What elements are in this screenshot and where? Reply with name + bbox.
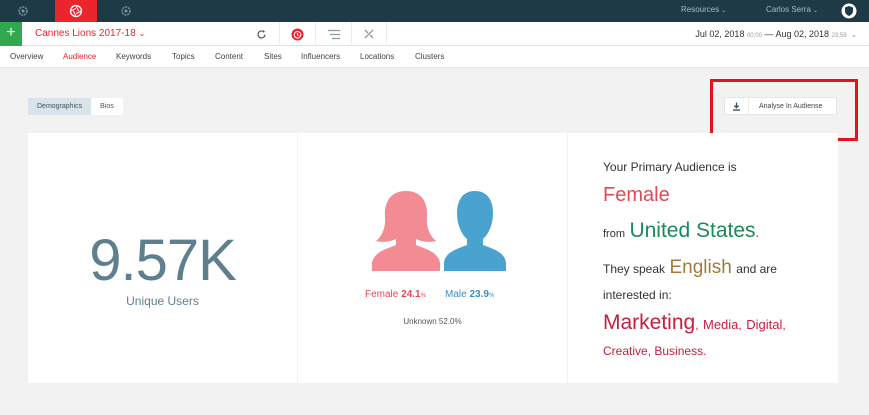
demographics-toggle[interactable]: Demographics bbox=[28, 98, 92, 115]
unique-users-panel: 9.57K Unique Users bbox=[28, 133, 297, 383]
tab-content[interactable]: Content bbox=[215, 52, 243, 61]
user-name: Carlos Serra bbox=[766, 5, 811, 14]
user-menu[interactable]: Carlos Serra ⌄ bbox=[766, 5, 818, 14]
unique-users-value: 9.57K bbox=[89, 228, 237, 293]
date-range-selector[interactable]: Jul 02, 2018 00:00 — Aug 02, 2018 23:59 … bbox=[695, 29, 857, 39]
male-pct: % bbox=[488, 293, 495, 299]
section-tabs: Overview Audience Keywords Topics Conten… bbox=[0, 46, 869, 68]
interest-marketing: Marketing bbox=[603, 311, 696, 334]
audience-interests-line1: Marketing, Media, Digital, bbox=[603, 311, 786, 335]
interest-comma: , bbox=[738, 318, 742, 332]
audience-intro: Your Primary Audience is bbox=[603, 160, 737, 174]
tab-audience[interactable]: Audience bbox=[63, 52, 96, 61]
filter-lines-icon bbox=[327, 29, 340, 39]
tab-locations[interactable]: Locations bbox=[360, 52, 394, 61]
shield-icon[interactable] bbox=[841, 3, 857, 19]
view-toggle: Demographics Bios bbox=[28, 98, 123, 115]
audience-country: United States bbox=[629, 219, 756, 242]
male-label: Male bbox=[445, 289, 467, 300]
interest-business: Business bbox=[654, 344, 704, 358]
audience-language: English bbox=[669, 257, 732, 278]
chevron-down-icon: ⌄ bbox=[812, 8, 818, 14]
gear-icon[interactable] bbox=[2, 0, 44, 22]
gender-panel: Female 24.1% Male 23.9% Unknown 52.0% bbox=[298, 133, 567, 383]
audience-gender: Female bbox=[603, 184, 670, 206]
alerts-button[interactable] bbox=[279, 22, 315, 46]
filters-button[interactable] bbox=[315, 22, 351, 46]
tab-overview[interactable]: Overview bbox=[10, 52, 43, 61]
alarm-icon bbox=[291, 28, 304, 40]
male-stat: Male 23.9% bbox=[445, 289, 494, 300]
female-value: 24.1 bbox=[401, 289, 421, 300]
resources-menu[interactable]: Resources ⌄ bbox=[681, 5, 726, 14]
date-start: Jul 02, 2018 bbox=[695, 29, 745, 39]
tools-icon bbox=[364, 29, 374, 39]
time-start: 00:00 bbox=[746, 33, 762, 39]
male-value: 23.9 bbox=[469, 289, 489, 300]
female-silhouette-icon bbox=[372, 191, 440, 271]
tools-button[interactable] bbox=[351, 22, 387, 46]
audience-country-line: from United States. bbox=[603, 219, 759, 243]
gear-icon[interactable] bbox=[105, 0, 147, 22]
add-button[interactable]: + bbox=[0, 22, 22, 46]
interest-media: Media bbox=[703, 317, 739, 332]
interest-comma: , bbox=[782, 318, 786, 332]
time-end: 23:59 bbox=[831, 33, 847, 39]
tab-influencers[interactable]: Influencers bbox=[301, 52, 340, 61]
refresh-icon bbox=[256, 29, 266, 38]
date-separator: — bbox=[764, 29, 774, 39]
interest-comma: , bbox=[647, 344, 652, 358]
tab-topics[interactable]: Topics bbox=[172, 52, 195, 61]
audience-language-line: They speak English and are bbox=[603, 257, 777, 279]
top-navigation-bar: Resources ⌄ Carlos Serra ⌄ bbox=[0, 0, 869, 22]
interest-creative: Creative bbox=[603, 344, 648, 358]
and-are-text: and are bbox=[736, 262, 777, 276]
bios-toggle[interactable]: Bios bbox=[91, 98, 123, 115]
female-stat: Female 24.1% bbox=[365, 289, 426, 300]
project-name: Cannes Lions 2017-18 bbox=[35, 28, 136, 39]
audience-interests-line2: Creative, Business. bbox=[603, 344, 706, 358]
interest-comma: , bbox=[695, 318, 699, 332]
interests-end: . bbox=[703, 344, 707, 358]
refresh-button[interactable] bbox=[243, 22, 279, 46]
tab-sites[interactable]: Sites bbox=[264, 52, 282, 61]
chevron-down-icon: ⌄ bbox=[851, 32, 857, 39]
resources-label: Resources bbox=[681, 5, 720, 14]
male-silhouette-icon bbox=[444, 191, 506, 271]
unique-users-label: Unique Users bbox=[126, 294, 199, 308]
interested-text: interested in: bbox=[603, 288, 672, 302]
date-end: Aug 02, 2018 bbox=[775, 29, 830, 39]
aperture-icon[interactable] bbox=[55, 0, 97, 22]
interest-digital: Digital bbox=[746, 317, 783, 332]
from-text: from bbox=[603, 228, 625, 240]
project-toolbar: + Cannes Lions 2017-18 ⌄ Jul 02, 2018 00:… bbox=[0, 22, 869, 46]
country-period: . bbox=[755, 226, 759, 240]
primary-audience-panel: Your Primary Audience is Female from Uni… bbox=[568, 133, 838, 383]
tab-clusters[interactable]: Clusters bbox=[415, 52, 444, 61]
female-pct: % bbox=[420, 293, 426, 299]
speak-text: They speak bbox=[603, 262, 666, 276]
highlight-box bbox=[710, 79, 858, 141]
tab-keywords[interactable]: Keywords bbox=[116, 52, 151, 61]
chevron-down-icon: ⌄ bbox=[138, 29, 146, 38]
chevron-down-icon: ⌄ bbox=[721, 8, 727, 14]
project-selector[interactable]: Cannes Lions 2017-18 ⌄ bbox=[35, 28, 145, 39]
female-label: Female bbox=[365, 289, 399, 300]
unknown-stat: Unknown 52.0% bbox=[403, 317, 462, 326]
